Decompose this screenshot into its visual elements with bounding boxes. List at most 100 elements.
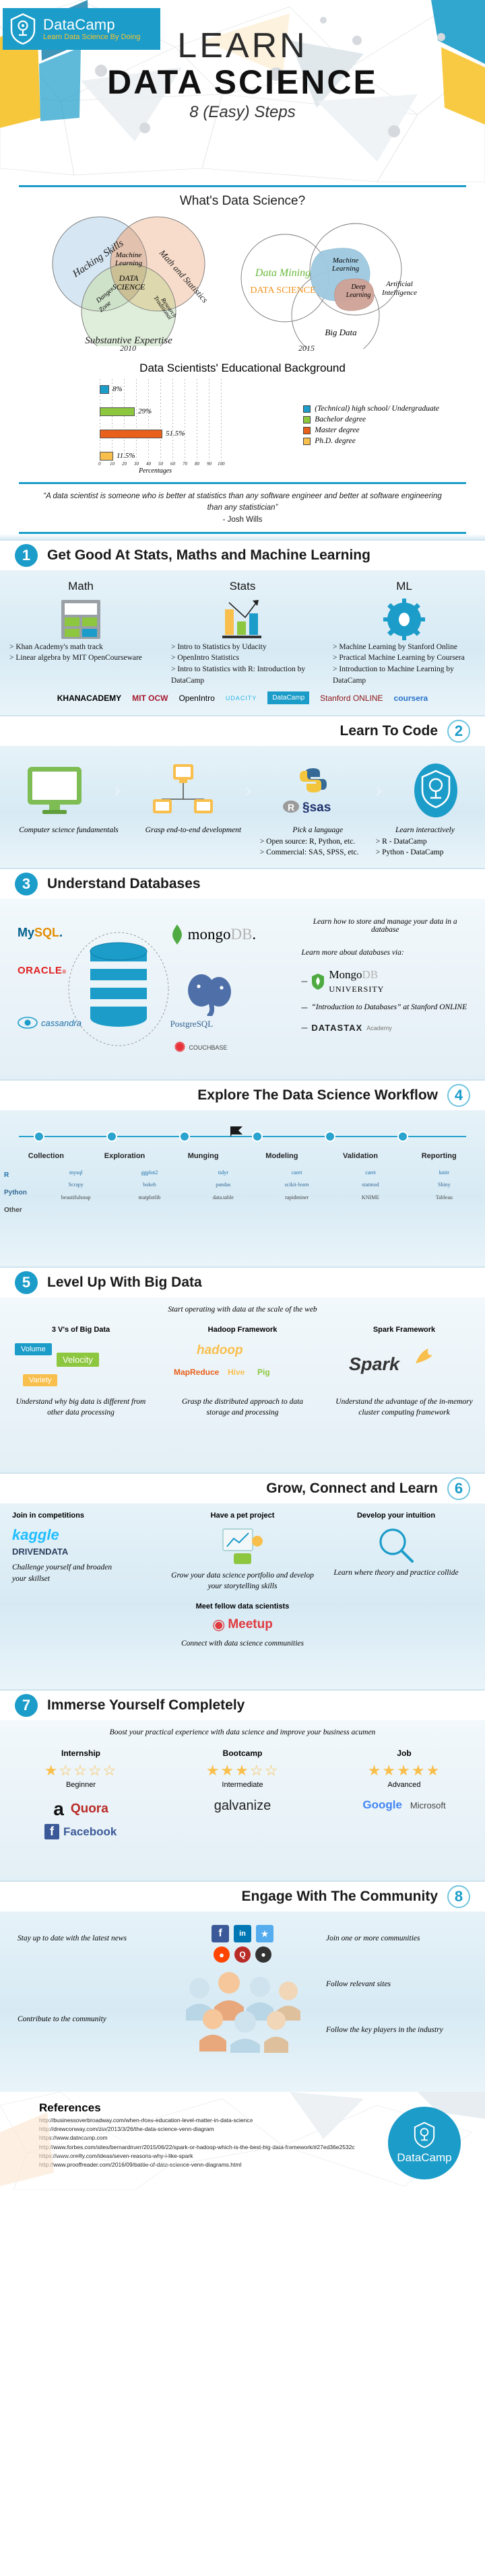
logo-galvanize[interactable]: galvanize bbox=[170, 1798, 315, 1814]
logo-mit-ocw[interactable]: MIT OCW bbox=[132, 693, 168, 703]
axis-tick-80: 80 bbox=[195, 461, 199, 467]
step-6-col-petproject: Have a pet project Grow your data scienc… bbox=[166, 1512, 319, 1592]
logo-quora[interactable]: Quora bbox=[71, 1802, 108, 1817]
logo-mysql[interactable]: MySQL. bbox=[18, 926, 63, 940]
step-3-number: 3 bbox=[15, 873, 38, 896]
quora-icon[interactable]: Q bbox=[234, 1946, 251, 1963]
workflow-dot[interactable] bbox=[252, 1131, 263, 1143]
logo-postgresql[interactable]: PostgreSQL bbox=[170, 1019, 214, 1029]
workflow-dot[interactable] bbox=[106, 1131, 117, 1143]
axis-tick-10: 10 bbox=[110, 461, 115, 467]
community-left-0: Stay up to date with the latest news bbox=[18, 1934, 127, 1943]
logo-openintro[interactable]: OpenIntro bbox=[179, 693, 214, 703]
calculator-icon bbox=[61, 599, 100, 639]
datacamp-logo-badge[interactable]: DataCamp Learn Data Science By Doing bbox=[3, 8, 160, 50]
axis-tick-100: 100 bbox=[218, 461, 225, 467]
tools-munging: tidyr pandas data.table bbox=[187, 1167, 260, 1219]
step-4-header[interactable]: Explore The Data Science Workflow 4 bbox=[0, 1079, 485, 1111]
step-6-header[interactable]: Grow, Connect and Learn 6 bbox=[0, 1472, 485, 1504]
db-note-store-manage: Learn how to store and manage your data … bbox=[313, 918, 457, 935]
venn2015-label-ai: Artificial bbox=[385, 280, 413, 288]
step-5-header[interactable]: 5 Level Up With Big Data bbox=[0, 1266, 485, 1298]
bullet: > Khan Academy's math track bbox=[9, 642, 103, 651]
workflow-dot[interactable] bbox=[325, 1131, 335, 1143]
db-item-datastax[interactable]: – DATASTAX Academy bbox=[301, 1022, 469, 1034]
step-8-left-col: Stay up to date with the latest news Con… bbox=[18, 1934, 146, 2023]
step-7-number: 7 bbox=[15, 1694, 38, 1718]
step-6-col-intuition: Develop your intuition Learn where theor… bbox=[319, 1512, 473, 1592]
workflow-dot[interactable] bbox=[179, 1131, 190, 1143]
community-left-1: Contribute to the community bbox=[18, 2015, 106, 2024]
venn2015-label-deep-learning: Deep bbox=[350, 283, 365, 291]
step-4-body: Collection Exploration Munging Modeling … bbox=[0, 1110, 485, 1267]
monitor-icon bbox=[28, 767, 82, 815]
step-4-number: 4 bbox=[447, 1084, 470, 1108]
github-icon[interactable]: ● bbox=[255, 1946, 271, 1963]
references-section: References http://businessoverbroadway.c… bbox=[0, 2092, 485, 2191]
bar-0 bbox=[100, 384, 109, 394]
flag-marker-icon bbox=[230, 1126, 243, 1138]
step-5-number: 5 bbox=[15, 1271, 38, 1295]
cap-intuition: Learn where theory and practice collide bbox=[333, 1569, 459, 1578]
community-right-2: Follow the key players in the industry bbox=[326, 2026, 443, 2035]
workflow-stage-validation: Validation bbox=[343, 1152, 378, 1161]
side-label-other: Other bbox=[4, 1207, 22, 1215]
stats-bullets: > Intro to Statistics by Udacity > OpenI… bbox=[171, 642, 314, 687]
logo-datacamp[interactable]: DataCamp bbox=[267, 691, 310, 705]
workflow-dot[interactable] bbox=[34, 1131, 44, 1143]
venn-2015-diagram: Data Mining DATA SCIENCE Machine Learnin… bbox=[240, 223, 417, 349]
logo-meetup[interactable]: ◉ Meetup bbox=[127, 1616, 358, 1633]
db-item-stanford-course[interactable]: – “Introduction to Databases” at Stanfor… bbox=[301, 1002, 469, 1014]
bar-1 bbox=[100, 407, 135, 416]
education-chart-section: Data Scientists' Educational Background … bbox=[19, 356, 466, 482]
logo-oracle[interactable]: ORACLE® bbox=[18, 965, 67, 976]
step-2-header[interactable]: Learn To Code 2 bbox=[0, 715, 485, 747]
logo-microsoft[interactable]: Microsoft bbox=[410, 1800, 446, 1810]
step-3-header[interactable]: 3 Understand Databases bbox=[0, 868, 485, 900]
step-8-header[interactable]: Engage With The Community 8 bbox=[0, 1880, 485, 1912]
db-item-mongodb-university[interactable]: – MongoDB UNIVERSITY bbox=[301, 968, 469, 995]
logo-couchbase[interactable]: ✺ COUCHBASE bbox=[174, 1039, 228, 1056]
logo-khan-academy[interactable]: KHANACADEMY bbox=[57, 693, 121, 703]
twitter-icon[interactable]: ★ bbox=[256, 1925, 273, 1943]
tag-hadoop: hadoop bbox=[197, 1343, 243, 1358]
axis-tick-20: 20 bbox=[122, 461, 127, 467]
logo-udacity[interactable]: UDACITY bbox=[226, 695, 257, 702]
legend-item: Master degree bbox=[303, 426, 439, 434]
cap-pick-language: Pick a language bbox=[292, 826, 344, 835]
facebook-icon[interactable]: f bbox=[212, 1925, 229, 1943]
logo-drivendata[interactable]: DRIVENDATA bbox=[12, 1547, 166, 1557]
bar-chart-arrow-icon bbox=[222, 599, 261, 638]
hero-line2: DATA SCIENCE bbox=[107, 63, 378, 101]
axis-tick-40: 40 bbox=[146, 461, 151, 467]
level-bootcamp: Intermediate bbox=[222, 1781, 263, 1790]
logo-kaggle[interactable]: kaggle bbox=[12, 1526, 166, 1544]
legend-label-0: (Technical) high school/ Undergraduate bbox=[315, 405, 439, 413]
col-title-math: Math bbox=[68, 579, 94, 592]
logo-amazon[interactable]: a bbox=[53, 1798, 64, 1820]
r-logo-icon: R bbox=[283, 800, 299, 813]
logo-mongodb[interactable]: mongoDB. bbox=[170, 924, 256, 945]
reddit-icon[interactable]: ● bbox=[214, 1946, 230, 1963]
logo-coursera[interactable]: coursera bbox=[394, 693, 428, 703]
tool: mysql bbox=[69, 1170, 83, 1176]
logo-google[interactable]: Google bbox=[362, 1798, 402, 1812]
stars-job: ★★★★★ bbox=[367, 1762, 441, 1780]
datacamp-footer-badge[interactable]: DataCamp bbox=[388, 2107, 461, 2180]
db-item-stanford-label: “Introduction to Databases” at Stanford … bbox=[311, 1003, 467, 1011]
math-bullets: > Khan Academy's math track > Linear alg… bbox=[9, 642, 152, 664]
level-internship: Beginner bbox=[65, 1781, 96, 1790]
logo-facebook[interactable]: f Facebook bbox=[0, 1824, 485, 1840]
step-1-col-stats: Stats > Intro to Statistics by Udacity >… bbox=[162, 580, 323, 687]
step-7-header[interactable]: 7 Immerse Yourself Completely bbox=[0, 1689, 485, 1721]
logo-stanford-online[interactable]: Stanford ONLINE bbox=[320, 693, 383, 703]
linkedin-icon[interactable]: in bbox=[234, 1925, 251, 1943]
step-1-header[interactable]: 1 Get Good At Stats, Maths and Machine L… bbox=[0, 539, 485, 570]
workflow-dot[interactable] bbox=[397, 1131, 408, 1143]
tool: caret bbox=[291, 1170, 302, 1176]
cap-learn-interactively: Learn interactively bbox=[395, 826, 455, 835]
axis-tick-50: 50 bbox=[158, 461, 163, 467]
bar-label-1: 29% bbox=[138, 407, 152, 415]
tool: Shiny bbox=[437, 1182, 451, 1188]
workflow-stage-modeling: Modeling bbox=[265, 1152, 298, 1161]
